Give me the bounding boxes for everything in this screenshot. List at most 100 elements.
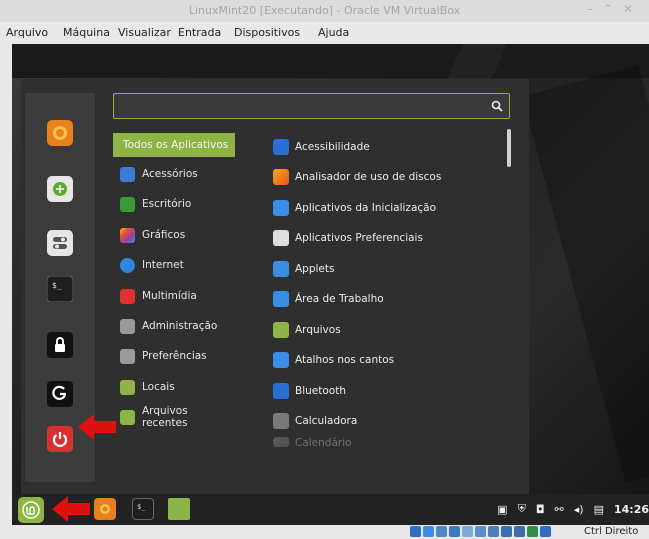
category-label: Internet bbox=[142, 259, 184, 271]
menu-visualizar[interactable]: Visualizar bbox=[118, 26, 171, 39]
category-multimidia[interactable]: Multimídia bbox=[113, 284, 235, 308]
app-label: Atalhos nos cantos bbox=[295, 354, 395, 366]
app-aplicativos-preferenciais[interactable]: Aplicativos Preferenciais bbox=[273, 226, 503, 250]
menu-maquina[interactable]: Máquina bbox=[63, 26, 110, 39]
app-label: Área de Trabalho bbox=[295, 293, 384, 305]
firefox-icon[interactable] bbox=[47, 120, 73, 146]
category-label: Preferências bbox=[142, 350, 207, 362]
category-acessorios[interactable]: Acessórios bbox=[113, 162, 235, 186]
power-icon[interactable] bbox=[47, 426, 73, 452]
terminal-icon[interactable]: $_ bbox=[47, 276, 73, 302]
vbox-statusbar: Ctrl Direito bbox=[0, 525, 649, 539]
terminal-taskbar-icon[interactable]: $_ bbox=[132, 498, 154, 520]
settings-icon[interactable] bbox=[47, 230, 73, 256]
optical-drive-icon[interactable] bbox=[423, 526, 434, 537]
window-titlebar: LinuxMint20 [Executando] - Oracle VM Vir… bbox=[0, 0, 649, 22]
software-manager-icon[interactable] bbox=[47, 176, 73, 202]
logout-icon[interactable] bbox=[47, 381, 73, 407]
menu-entrada[interactable]: Entrada bbox=[178, 26, 221, 39]
recent-folder-icon bbox=[120, 409, 135, 425]
app-calendario[interactable]: Calendário bbox=[273, 437, 503, 449]
category-label: Administração bbox=[142, 320, 218, 332]
mouse-integration-icon[interactable] bbox=[527, 526, 538, 537]
startup-apps-icon bbox=[273, 200, 289, 216]
update-shield-icon[interactable]: ⛨ bbox=[518, 502, 526, 516]
svg-text:$_: $_ bbox=[52, 281, 62, 290]
firefox-taskbar-icon[interactable] bbox=[94, 498, 116, 520]
applets-icon bbox=[273, 261, 289, 277]
menu-arquivo[interactable]: Arquivo bbox=[6, 26, 48, 39]
minimize-icon[interactable]: – bbox=[587, 2, 603, 16]
recording-icon[interactable] bbox=[501, 526, 512, 537]
accessibility-icon bbox=[273, 139, 289, 155]
preferred-apps-icon bbox=[273, 230, 289, 246]
app-calculadora[interactable]: Calculadora bbox=[273, 409, 503, 433]
desktop-icon bbox=[273, 291, 289, 307]
app-label: Analisador de uso de discos bbox=[295, 171, 442, 183]
multimedia-icon bbox=[120, 288, 135, 304]
app-bluetooth[interactable]: Bluetooth bbox=[273, 379, 503, 403]
category-escritorio[interactable]: Escritório bbox=[113, 192, 235, 216]
virtualbox-window: LinuxMint20 [Executando] - Oracle VM Vir… bbox=[0, 0, 649, 539]
app-aplicativos-da-inicializacao[interactable]: Aplicativos da Inicialização bbox=[273, 196, 503, 220]
volume-icon[interactable]: ◂) bbox=[574, 503, 584, 516]
maximize-icon[interactable]: ⌃ bbox=[603, 2, 623, 16]
keyboard-capture-icon[interactable] bbox=[540, 526, 551, 537]
close-icon[interactable]: ✕ bbox=[623, 2, 643, 16]
usb-icon[interactable] bbox=[462, 526, 473, 537]
network-icon[interactable]: ⚯ bbox=[555, 503, 564, 516]
bluetooth-icon bbox=[273, 383, 289, 399]
office-icon bbox=[120, 196, 135, 212]
category-label: Todos os Aplicativos bbox=[123, 139, 229, 151]
app-area-de-trabalho[interactable]: Área de Trabalho bbox=[273, 287, 503, 311]
menu-ajuda[interactable]: Ajuda bbox=[318, 26, 349, 39]
system-tray: ▣ ⛨ ◘ ⚯ ◂) ▤ 14:26 bbox=[497, 502, 649, 516]
places-folder-icon bbox=[120, 379, 135, 395]
guest-display[interactable]: $_ Todos os Aplicativos Acessórios Escri… bbox=[12, 44, 649, 525]
host-key-label: Ctrl Direito bbox=[584, 526, 639, 537]
menu-dispositivos[interactable]: Dispositivos bbox=[234, 26, 300, 39]
hard-disk-icon[interactable] bbox=[410, 526, 421, 537]
calendar-icon bbox=[273, 437, 289, 447]
disk-usage-icon bbox=[273, 169, 289, 185]
app-atalhos-nos-cantos[interactable]: Atalhos nos cantos bbox=[273, 348, 503, 372]
cpu-icon[interactable] bbox=[514, 526, 525, 537]
category-preferencias[interactable]: Preferências bbox=[113, 344, 235, 368]
category-arquivos-recentes[interactable]: Arquivos recentes bbox=[113, 405, 235, 429]
category-todos-os-aplicativos[interactable]: Todos os Aplicativos bbox=[113, 133, 235, 157]
display-icon[interactable]: ◘ bbox=[536, 503, 545, 516]
category-label: Locais bbox=[142, 381, 175, 393]
category-internet[interactable]: Internet bbox=[113, 253, 235, 277]
app-applets[interactable]: Applets bbox=[273, 257, 503, 281]
audio-icon[interactable] bbox=[436, 526, 447, 537]
hot-corners-icon bbox=[273, 352, 289, 368]
category-label: Multimídia bbox=[142, 290, 197, 302]
taskbar: $_ ▣ ⛨ ◘ ⚯ ◂) ▤ 14:26 bbox=[12, 494, 649, 525]
display-status-icon[interactable] bbox=[488, 526, 499, 537]
app-list-scrollbar[interactable] bbox=[507, 129, 511, 167]
shared-folders-icon[interactable] bbox=[475, 526, 486, 537]
category-label: Escritório bbox=[142, 198, 192, 210]
app-label: Aplicativos Preferenciais bbox=[295, 232, 423, 244]
network-adapter-icon[interactable] bbox=[449, 526, 460, 537]
app-label: Aplicativos da Inicialização bbox=[295, 202, 437, 214]
window-title: LinuxMint20 [Executando] - Oracle VM Vir… bbox=[188, 4, 461, 17]
category-graficos[interactable]: Gráficos bbox=[113, 223, 235, 247]
category-administracao[interactable]: Administração bbox=[113, 314, 235, 338]
mint-menu-button[interactable] bbox=[18, 497, 44, 523]
files-taskbar-icon[interactable] bbox=[168, 498, 190, 520]
clipboard-icon[interactable]: ▣ bbox=[497, 503, 507, 516]
app-acessibilidade[interactable]: Acessibilidade bbox=[273, 135, 503, 159]
administration-icon bbox=[120, 318, 135, 334]
search-input[interactable] bbox=[113, 93, 510, 119]
graphics-icon bbox=[120, 227, 135, 243]
app-label: Arquivos bbox=[295, 324, 341, 336]
vbox-menubar: Arquivo Máquina Visualizar Entrada Dispo… bbox=[0, 22, 649, 42]
lock-icon[interactable] bbox=[47, 332, 73, 358]
battery-icon[interactable]: ▤ bbox=[594, 503, 604, 516]
app-arquivos[interactable]: Arquivos bbox=[273, 318, 503, 342]
clock[interactable]: 14:26 bbox=[614, 503, 649, 516]
app-analisador-de-uso-de-discos[interactable]: Analisador de uso de discos bbox=[273, 165, 503, 189]
device-status-icons bbox=[410, 526, 551, 537]
category-locais[interactable]: Locais bbox=[113, 375, 235, 399]
